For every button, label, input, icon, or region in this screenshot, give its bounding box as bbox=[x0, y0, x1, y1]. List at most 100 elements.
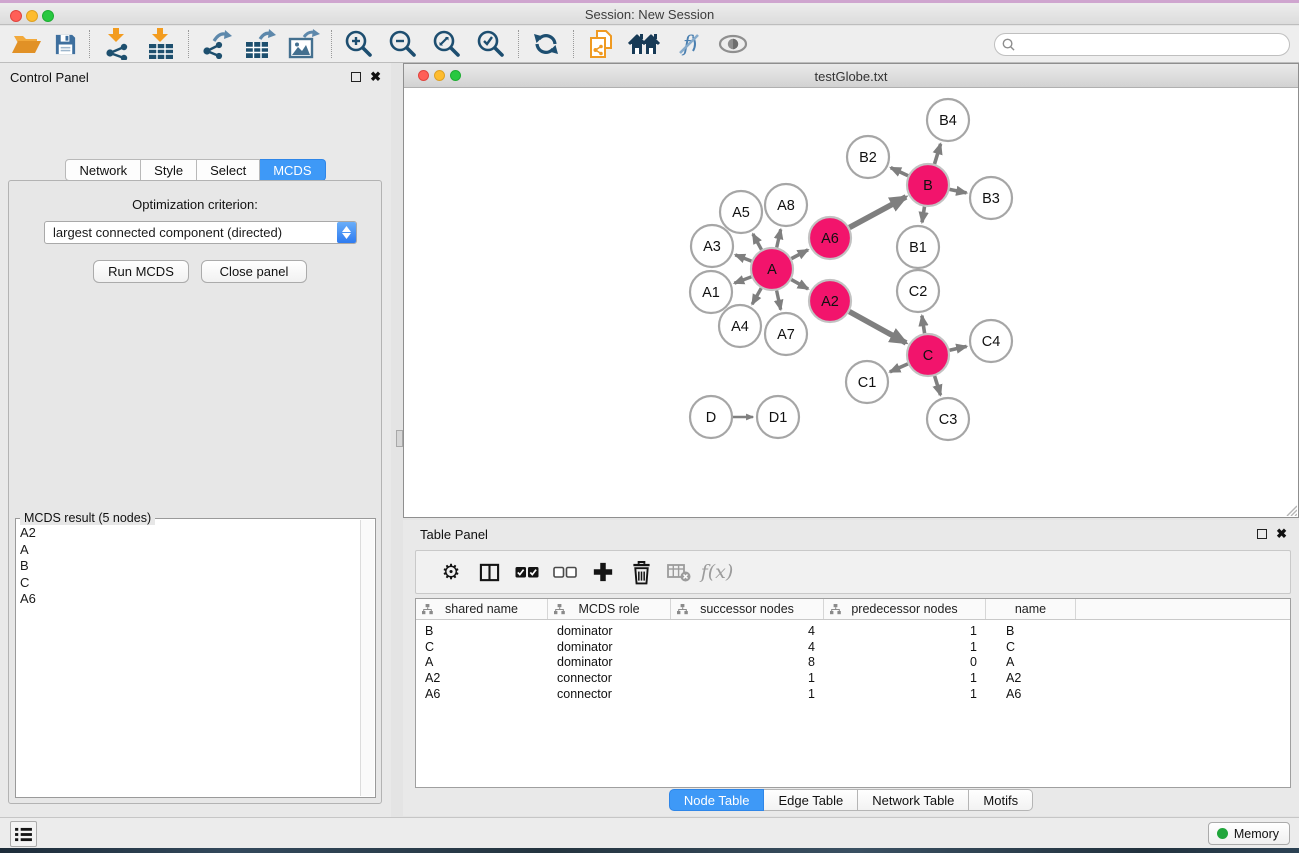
table-row[interactable]: A6connector11A6 bbox=[416, 686, 1290, 702]
export-image-button[interactable] bbox=[282, 27, 326, 61]
deselect-all-button[interactable] bbox=[546, 554, 584, 590]
table-row[interactable]: A2connector11A2 bbox=[416, 670, 1290, 686]
search-input[interactable] bbox=[1020, 35, 1289, 54]
graph-node-B4[interactable]: B4 bbox=[927, 99, 969, 141]
column-settings-button[interactable]: ⚙ bbox=[432, 554, 470, 590]
search-field[interactable] bbox=[994, 33, 1290, 56]
add-column-button[interactable] bbox=[584, 554, 622, 590]
mcds-result-item[interactable]: A6 bbox=[16, 591, 359, 608]
table-row[interactable]: Bdominator41B bbox=[416, 623, 1290, 639]
graph-node-D[interactable]: D bbox=[690, 396, 732, 438]
graph-edge-B-B1[interactable] bbox=[922, 207, 925, 223]
mcds-result-item[interactable]: B bbox=[16, 558, 359, 575]
column-header-mcds-role[interactable]: MCDS role bbox=[548, 599, 671, 619]
close-panel-button[interactable]: Close panel bbox=[201, 260, 307, 283]
graph-node-A2[interactable]: A2 bbox=[809, 280, 851, 322]
close-table-panel-icon[interactable]: ✖ bbox=[1276, 529, 1287, 539]
zoom-fit-button[interactable] bbox=[425, 27, 469, 61]
graph-node-A1[interactable]: A1 bbox=[690, 271, 732, 313]
network-window-titlebar[interactable]: testGlobe.txt bbox=[404, 64, 1298, 88]
tab-network-table[interactable]: Network Table bbox=[858, 789, 969, 811]
graph-node-D1[interactable]: D1 bbox=[757, 396, 799, 438]
mcds-result-item[interactable]: A2 bbox=[16, 525, 359, 542]
graph-node-A7[interactable]: A7 bbox=[765, 313, 807, 355]
tab-select[interactable]: Select bbox=[197, 159, 260, 181]
network-canvas[interactable]: B4 B2 B B3 A5A8A6 A3 A B1 A1 A2 C2 A4A7 C4 C C1 D D1 C3 bbox=[404, 88, 1298, 517]
home-view-button[interactable] bbox=[623, 27, 667, 61]
graph-node-B3[interactable]: B3 bbox=[970, 177, 1012, 219]
table-row[interactable]: Cdominator41C bbox=[416, 639, 1290, 655]
graph-node-A[interactable]: A bbox=[751, 248, 793, 290]
graph-node-C2[interactable]: C2 bbox=[897, 270, 939, 312]
tab-motifs[interactable]: Motifs bbox=[969, 789, 1033, 811]
graph-node-C3[interactable]: C3 bbox=[927, 398, 969, 440]
zoom-selected-button[interactable] bbox=[469, 27, 513, 61]
open-session-button[interactable] bbox=[8, 27, 46, 61]
graph-node-C4[interactable]: C4 bbox=[970, 320, 1012, 362]
float-panel-icon[interactable] bbox=[351, 72, 361, 82]
delete-column-button[interactable] bbox=[622, 554, 660, 590]
graph-edge-A-A4[interactable] bbox=[752, 288, 761, 304]
window-resize-grip[interactable] bbox=[1284, 503, 1297, 516]
tab-mcds[interactable]: MCDS bbox=[260, 159, 325, 181]
zoom-out-button[interactable] bbox=[381, 27, 425, 61]
graph-node-A6[interactable]: A6 bbox=[809, 217, 851, 259]
graph-node-A8[interactable]: A8 bbox=[765, 184, 807, 226]
graph-edge-A-A3[interactable] bbox=[735, 255, 751, 261]
graph-node-B[interactable]: B bbox=[907, 164, 949, 206]
function-builder-button[interactable]: f(x) bbox=[698, 554, 736, 590]
graph-node-A3[interactable]: A3 bbox=[691, 225, 733, 267]
graph-edge-A2-C[interactable] bbox=[849, 312, 906, 343]
tab-node-table[interactable]: Node Table bbox=[669, 789, 765, 811]
graph-edge-A-A5[interactable] bbox=[753, 234, 762, 250]
import-table-button[interactable] bbox=[139, 27, 183, 61]
import-network-button[interactable] bbox=[95, 27, 139, 61]
graph-edge-B-B2[interactable] bbox=[891, 168, 908, 176]
delete-table-button[interactable] bbox=[660, 554, 698, 590]
graph-edge-A-A1[interactable] bbox=[734, 277, 751, 283]
export-table-button[interactable] bbox=[238, 27, 282, 61]
close-panel-icon[interactable]: ✖ bbox=[370, 72, 381, 82]
graph-edge-C-C1[interactable] bbox=[890, 364, 908, 372]
graph-edge-C-C4[interactable] bbox=[950, 346, 967, 350]
graph-node-A4[interactable]: A4 bbox=[719, 305, 761, 347]
graph-node-B2[interactable]: B2 bbox=[847, 136, 889, 178]
table-row[interactable]: Adominator80A bbox=[416, 655, 1290, 671]
mcds-result-item[interactable]: A bbox=[16, 542, 359, 559]
graph-node-B1[interactable]: B1 bbox=[897, 226, 939, 268]
graph-edge-C-C3[interactable] bbox=[935, 376, 941, 395]
tab-style[interactable]: Style bbox=[141, 159, 197, 181]
column-header-predecessor-nodes[interactable]: predecessor nodes bbox=[824, 599, 986, 619]
select-all-button[interactable] bbox=[508, 554, 546, 590]
graph-edge-C-C2[interactable] bbox=[922, 316, 925, 334]
mcds-result-item[interactable]: C bbox=[16, 575, 359, 592]
graph-edge-A6-B[interactable] bbox=[849, 197, 906, 228]
refresh-layout-button[interactable] bbox=[524, 27, 568, 61]
export-network-button[interactable] bbox=[194, 27, 238, 61]
show-hide-details-button[interactable] bbox=[711, 27, 755, 61]
save-session-button[interactable] bbox=[46, 27, 84, 61]
column-header-name[interactable]: name bbox=[986, 599, 1076, 619]
graph-edge-A-A2[interactable] bbox=[791, 280, 808, 289]
graph-edge-A-A6[interactable] bbox=[791, 250, 808, 259]
float-table-panel-icon[interactable] bbox=[1257, 529, 1267, 539]
tab-network[interactable]: Network bbox=[65, 159, 141, 181]
mcds-result-scrollbar[interactable] bbox=[360, 520, 374, 796]
column-header-shared-name[interactable]: shared name bbox=[416, 599, 548, 619]
tab-edge-table[interactable]: Edge Table bbox=[764, 789, 858, 811]
zoom-in-button[interactable] bbox=[337, 27, 381, 61]
graph-edge-A-A8[interactable] bbox=[777, 229, 781, 247]
vertical-splitter-handle[interactable] bbox=[396, 430, 403, 447]
graph-node-C1[interactable]: C1 bbox=[846, 361, 888, 403]
column-header-successor-nodes[interactable]: successor nodes bbox=[671, 599, 824, 619]
graph-edge-B-B3[interactable] bbox=[950, 189, 967, 193]
task-history-button[interactable] bbox=[10, 821, 37, 847]
optimization-criterion-dropdown[interactable]: largest connected component (directed) bbox=[44, 221, 357, 244]
graph-edge-B-B4[interactable] bbox=[935, 144, 941, 164]
graph-node-C[interactable]: C bbox=[907, 334, 949, 376]
duplicate-network-button[interactable] bbox=[579, 27, 623, 61]
graph-edge-A-A7[interactable] bbox=[777, 291, 781, 310]
graph-node-A5[interactable]: A5 bbox=[720, 191, 762, 233]
show-columns-button[interactable] bbox=[470, 554, 508, 590]
memory-button[interactable]: Memory bbox=[1208, 822, 1290, 845]
